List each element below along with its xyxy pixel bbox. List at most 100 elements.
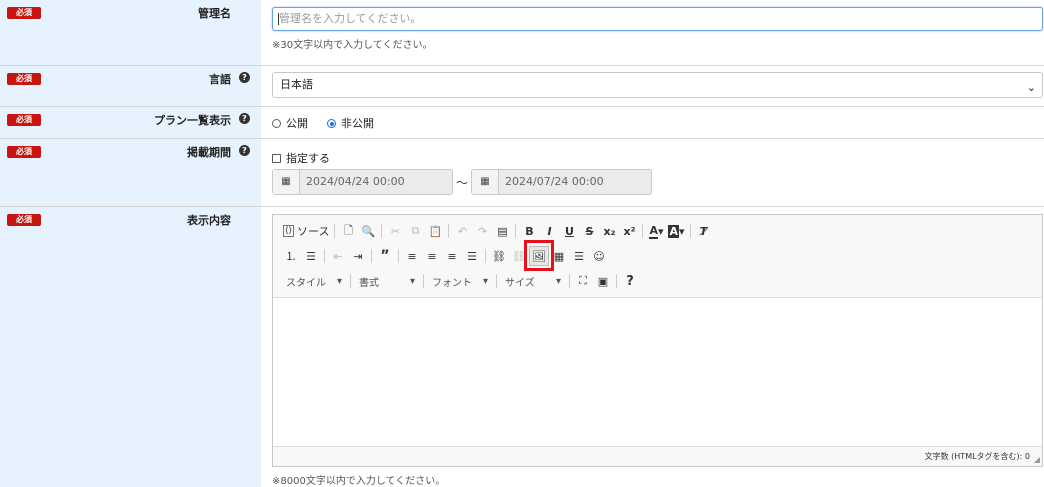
help-icon[interactable]: ? — [620, 271, 640, 291]
link-icon[interactable]: ⛓ — [489, 246, 509, 266]
caret-down-icon: ▾ — [336, 275, 342, 287]
toolbar-separator — [515, 224, 517, 238]
date-range-separator: 〜 — [456, 176, 469, 190]
calendar-icon[interactable]: ▦ — [273, 170, 300, 194]
paste-icon[interactable]: 📋 — [425, 221, 445, 241]
indent-icon[interactable]: ⇥ — [348, 246, 368, 266]
redo-icon[interactable]: ↷ — [472, 221, 492, 241]
smiley-icon[interactable]: ☺ — [589, 246, 609, 266]
numbered-list-icon[interactable]: ⒈ — [281, 246, 301, 266]
start-date-input[interactable]: ▦ 2024/04/24 00:00 — [272, 169, 453, 195]
subscript-icon[interactable]: x₂ — [599, 221, 619, 241]
format-combo-label: 書式 — [359, 277, 379, 289]
language-select[interactable]: 日本語 ⌄ — [272, 72, 1043, 98]
remove-format-icon[interactable]: T̷ — [694, 221, 714, 241]
label-column: 必須 プラン一覧表示 ? — [0, 107, 261, 138]
toolbar-separator — [642, 224, 644, 238]
toolbar-separator — [496, 274, 497, 288]
format-combo[interactable]: 書式 ▾ — [354, 272, 420, 290]
bold-icon[interactable]: B — [519, 221, 539, 241]
text-color-icon[interactable]: A ▾ — [646, 221, 666, 241]
radio-label: 非公開 — [341, 117, 374, 130]
align-right-icon[interactable]: ≡ — [442, 246, 462, 266]
required-badge: 必須 — [7, 146, 41, 158]
source-button[interactable]: ⟨⟩ ソース — [281, 221, 331, 241]
checkbox[interactable] — [272, 154, 281, 163]
required-badge: 必須 — [7, 73, 41, 85]
toolbar-row-2: ⒈ ☰ ⇤ ⇥ ” ≡ ≡ ≡ ☰ ⛓ ⛓ 🖼 ▦ ☰ ☺ — [281, 246, 609, 266]
cut-icon[interactable]: ✂ — [385, 221, 405, 241]
source-label: ソース — [297, 225, 330, 238]
underline-icon[interactable]: U — [559, 221, 579, 241]
calendar-icon[interactable]: ▦ — [472, 170, 499, 194]
required-badge: 必須 — [7, 114, 41, 126]
chevron-down-icon: ⌄ — [1026, 81, 1036, 94]
font-combo-label: フォント — [432, 277, 472, 289]
resize-handle-icon[interactable]: ◢ — [1034, 455, 1040, 464]
outdent-icon[interactable]: ⇤ — [328, 246, 348, 266]
required-badge: 必須 — [7, 7, 41, 19]
preview-icon[interactable]: 🔍 — [358, 221, 378, 241]
bulleted-list-icon[interactable]: ☰ — [301, 246, 321, 266]
name-input[interactable]: 管理名を入力してください。 — [272, 7, 1043, 31]
editor-content-area[interactable] — [273, 297, 1042, 447]
italic-icon[interactable]: I — [539, 221, 559, 241]
field-label-name: 管理名 — [198, 7, 231, 20]
toolbar-separator — [616, 274, 617, 288]
undo-icon[interactable]: ↶ — [452, 221, 472, 241]
end-date-input[interactable]: ▦ 2024/07/24 00:00 — [471, 169, 652, 195]
radio-private[interactable]: 非公開 — [327, 115, 374, 131]
show-blocks-icon[interactable]: ▣ — [593, 271, 613, 291]
radio-public[interactable]: 公開 — [272, 115, 308, 131]
justify-icon[interactable]: ☰ — [462, 246, 482, 266]
strike-icon[interactable]: S — [579, 221, 599, 241]
radio-button[interactable] — [272, 119, 281, 128]
horizontal-line-icon[interactable]: ☰ — [569, 246, 589, 266]
field-row-name: 必須 管理名 管理名を入力してください。 ※30文字以内で入力してください。 — [0, 0, 1044, 66]
caret-down-icon: ▾ — [555, 275, 561, 287]
maximize-icon[interactable]: ⛶ — [573, 271, 593, 291]
period-checkbox[interactable]: 指定する — [272, 150, 330, 166]
toolbar-separator — [371, 249, 372, 263]
rich-text-editor: ⟨⟩ ソース 🗋 🔍 ✂ ⧉ 📋 ↶ ↷ ▤ B I U S x₂ x² A ▾ A… — [272, 214, 1043, 467]
caret-down-icon: ▾ — [482, 275, 488, 287]
field-content: 管理名を入力してください。 ※30文字以内で入力してください。 — [272, 0, 1044, 65]
radio-label: 公開 — [286, 117, 308, 130]
style-combo-label: スタイル — [286, 277, 326, 289]
align-center-icon[interactable]: ≡ — [422, 246, 442, 266]
label-column: 必須 表示内容 — [0, 207, 261, 487]
style-combo[interactable]: スタイル ▾ — [281, 272, 347, 290]
help-icon[interactable]: ? — [239, 72, 250, 83]
toolbar-separator — [485, 249, 486, 263]
align-left-icon[interactable]: ≡ — [402, 246, 422, 266]
image-button-highlight — [524, 240, 554, 271]
new-page-icon[interactable]: 🗋 — [338, 221, 358, 241]
label-column: 必須 言語 ? — [0, 66, 261, 106]
help-icon[interactable]: ? — [239, 145, 250, 156]
radio-button-selected[interactable] — [327, 119, 336, 128]
name-input-placeholder: 管理名を入力してください。 — [279, 12, 422, 25]
blockquote-icon[interactable]: ” — [375, 246, 395, 266]
character-count: 文字数 (HTMLタグを含む): 0 — [924, 452, 1030, 461]
field-row-language: 必須 言語 ? 日本語 ⌄ — [0, 66, 1044, 107]
content-length-note: ※8000文字以内で入力してください。 — [272, 476, 446, 487]
size-combo[interactable]: サイズ ▾ — [500, 272, 566, 290]
copy-icon[interactable]: ⧉ — [405, 221, 425, 241]
label-column: 必須 管理名 — [0, 0, 261, 65]
toolbar-separator — [398, 249, 399, 263]
text-caret — [278, 13, 279, 25]
field-label-content: 表示内容 — [187, 214, 231, 227]
font-combo[interactable]: フォント ▾ — [427, 272, 493, 290]
help-icon[interactable]: ? — [239, 113, 250, 124]
bg-color-icon[interactable]: A ▾ — [666, 221, 686, 241]
superscript-icon[interactable]: x² — [619, 221, 639, 241]
toolbar-separator — [324, 249, 325, 263]
caret-down-icon: ▾ — [409, 275, 415, 287]
field-row-plan-list: 必須 プラン一覧表示 ? 公開 非公開 — [0, 107, 1044, 139]
field-content: 日本語 ⌄ — [272, 66, 1044, 106]
field-label-language: 言語 — [209, 73, 231, 86]
label-column: 必須 掲載期間 ? — [0, 139, 261, 206]
name-length-note: ※30文字以内で入力してください。 — [272, 40, 433, 51]
paste-text-icon[interactable]: ▤ — [492, 221, 512, 241]
field-label-period: 掲載期間 — [187, 146, 231, 159]
